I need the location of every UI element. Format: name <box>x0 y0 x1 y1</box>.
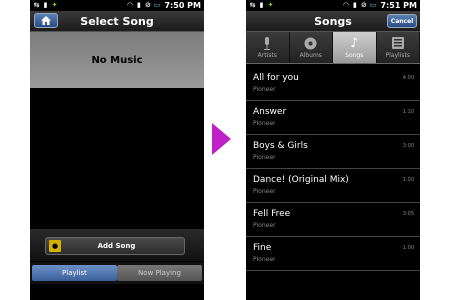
signal-icon: ▮ <box>353 1 357 9</box>
add-song-button[interactable]: ● Add Song <box>45 237 185 255</box>
music-note-icon: ♪ <box>350 35 359 51</box>
status-time: 7:51 PM <box>380 1 417 10</box>
microphone-icon <box>260 36 274 50</box>
page-title: Select Song <box>80 14 154 28</box>
tab-playlist[interactable]: Playlist <box>32 265 117 281</box>
song-title: All for you <box>253 73 299 83</box>
no-sim-icon: ⊘ <box>145 1 151 9</box>
sd-card-icon: ▮ <box>43 1 48 9</box>
song-artist: Pioneer <box>253 120 276 127</box>
tab-now-playing[interactable]: Now Playing <box>117 265 202 281</box>
select-song-screen: ⇆ ▮ ✦ ◠ ▮ ⊘ ▭ 7:50 PM Select Song No Mus… <box>30 0 204 300</box>
arrow-right-icon <box>212 123 231 155</box>
song-title: Answer <box>253 107 287 117</box>
status-time: 7:50 PM <box>164 1 201 10</box>
song-title: Fell Free <box>253 209 291 219</box>
list-item[interactable]: All for you Pioneer 4:00 <box>246 67 420 101</box>
tab-label: Artists <box>257 52 277 59</box>
song-artist: Pioneer <box>253 154 276 161</box>
usb-icon: ⇆ <box>33 1 40 9</box>
song-artist: Pioneer <box>253 222 276 229</box>
song-list: All for you Pioneer 4:00 Answer Pioneer … <box>246 67 420 271</box>
person-icon: ● <box>49 240 61 252</box>
add-song-bar: ● Add Song <box>30 229 204 261</box>
title-bar: Select Song <box>30 11 204 32</box>
song-artist: Pioneer <box>253 188 276 195</box>
list-item[interactable]: Fine Pioneer 1:00 <box>246 237 420 271</box>
page-title: Songs <box>314 14 352 28</box>
status-bar: ⇆ ▮ ✦ ◠ ▮ ⊘ ▭ 7:50 PM <box>30 0 204 11</box>
tab-label: Playlists <box>385 52 410 59</box>
notification-icon: ✦ <box>51 1 58 9</box>
album-icon <box>304 36 318 50</box>
list-item[interactable]: Fell Free Pioneer 3:05 <box>246 203 420 237</box>
usb-icon: ⇆ <box>249 1 256 9</box>
tab-playlists[interactable]: Playlists <box>376 32 420 63</box>
playlist-icon <box>391 36 405 50</box>
cancel-button[interactable]: Cancel <box>387 14 417 28</box>
song-artist: Pioneer <box>253 256 276 263</box>
tab-artists[interactable]: Artists <box>246 32 290 63</box>
song-list-area <box>30 88 204 229</box>
song-duration: 1:10 <box>402 109 414 115</box>
battery-icon: ▭ <box>153 1 161 9</box>
song-duration: 3:00 <box>402 143 414 149</box>
home-button[interactable] <box>34 13 58 28</box>
notification-icon: ✦ <box>267 1 274 9</box>
wifi-icon: ◠ <box>127 1 133 9</box>
list-item[interactable]: Answer Pioneer 1:10 <box>246 101 420 135</box>
signal-icon: ▮ <box>137 1 141 9</box>
title-bar: Songs Cancel <box>246 11 420 32</box>
tab-songs[interactable]: ♪ Songs <box>333 32 377 63</box>
add-song-label: Add Song <box>97 242 136 250</box>
song-title: Boys & Girls <box>253 141 308 151</box>
song-title: Dance! (Original Mix) <box>253 175 349 185</box>
song-duration: 3:05 <box>402 211 414 217</box>
list-item[interactable]: Boys & Girls Pioneer 3:00 <box>246 135 420 169</box>
battery-icon: ▭ <box>369 1 377 9</box>
status-bar: ⇆ ▮ ✦ ◠ ▮ ⊘ ▭ 7:51 PM <box>246 0 420 11</box>
wifi-icon: ◠ <box>343 1 349 9</box>
song-duration: 1:00 <box>402 177 414 183</box>
song-title: Fine <box>253 243 272 253</box>
sd-card-icon: ▮ <box>259 1 264 9</box>
empty-message: No Music <box>30 32 204 88</box>
song-duration: 4:00 <box>402 75 414 81</box>
songs-screen: ⇆ ▮ ✦ ◠ ▮ ⊘ ▭ 7:51 PM Songs Cancel Artis… <box>246 0 420 300</box>
bottom-tabs: Playlist Now Playing <box>30 262 204 284</box>
tab-label: Albums <box>299 52 322 59</box>
no-sim-icon: ⊘ <box>361 1 367 9</box>
tab-albums[interactable]: Albums <box>289 32 333 63</box>
home-icon <box>41 16 51 25</box>
category-tabs: Artists Albums ♪ Songs Playlists <box>246 32 420 64</box>
list-item[interactable]: Dance! (Original Mix) Pioneer 1:00 <box>246 169 420 203</box>
song-duration: 1:00 <box>402 245 414 251</box>
song-artist: Pioneer <box>253 86 276 93</box>
tab-label: Songs <box>345 52 364 59</box>
